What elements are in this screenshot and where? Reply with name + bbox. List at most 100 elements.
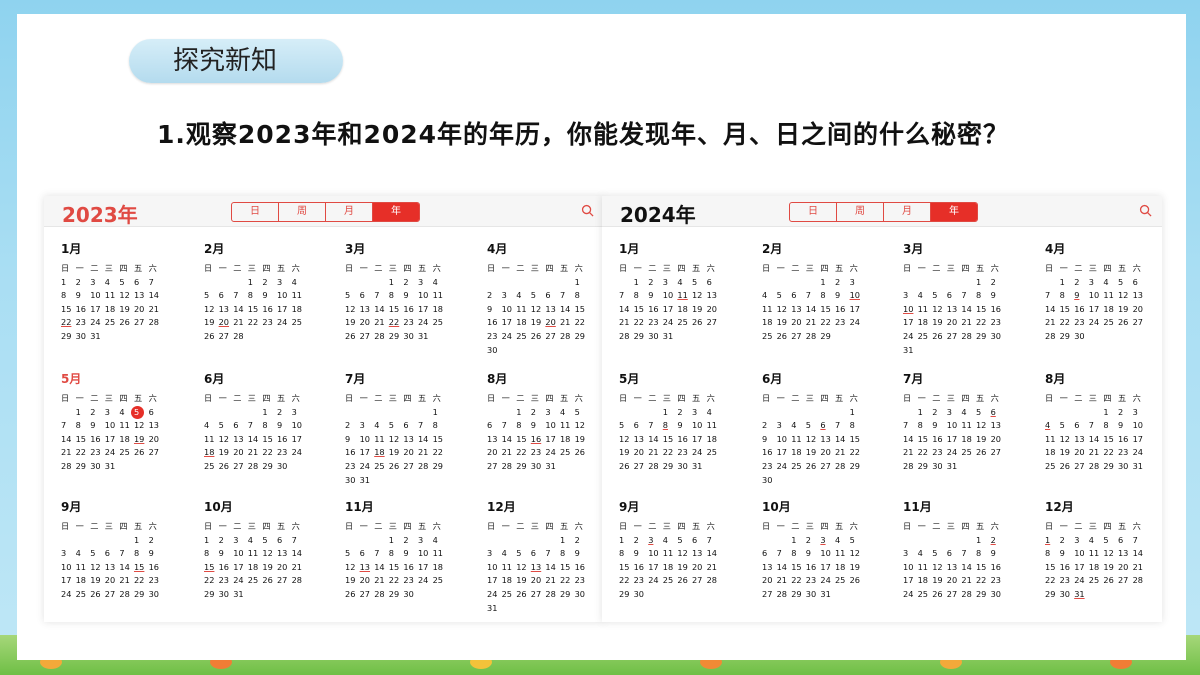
day-cell[interactable]: 21 — [835, 446, 850, 460]
day-cell[interactable]: 1 — [619, 534, 634, 548]
day-cell[interactable]: 27 — [1074, 460, 1089, 474]
day-cell[interactable]: 11 — [248, 547, 263, 561]
day-cell[interactable]: 6 — [149, 406, 164, 420]
day-cell[interactable]: 26 — [219, 460, 234, 474]
day-cell[interactable]: 6 — [692, 534, 707, 548]
day-cell[interactable]: 27 — [707, 316, 722, 330]
day-cell[interactable]: 2 — [634, 534, 649, 548]
day-cell[interactable]: 5 — [262, 534, 277, 548]
day-cell[interactable]: 1 — [76, 406, 91, 420]
day-cell[interactable]: 16 — [1060, 561, 1075, 575]
day-cell[interactable]: 9 — [677, 419, 692, 433]
day-cell[interactable]: 12 — [619, 433, 634, 447]
day-cell[interactable]: 25 — [918, 588, 933, 602]
day-cell[interactable]: 8 — [433, 419, 448, 433]
day-cell[interactable]: 20 — [545, 316, 560, 330]
day-cell[interactable]: 1 — [204, 534, 219, 548]
day-cell[interactable]: 2 — [991, 276, 1006, 290]
day-cell[interactable]: 1 — [433, 406, 448, 420]
day-cell[interactable]: 2 — [835, 276, 850, 290]
day-cell[interactable]: 21 — [707, 561, 722, 575]
day-cell[interactable]: 12 — [777, 303, 792, 317]
day-cell[interactable]: 17 — [903, 574, 918, 588]
day-cell[interactable]: 11 — [762, 303, 777, 317]
day-cell[interactable]: 11 — [105, 289, 120, 303]
day-cell[interactable]: 11 — [119, 419, 134, 433]
day-cell[interactable]: 2 — [648, 276, 663, 290]
day-cell[interactable]: 2 — [403, 534, 418, 548]
day-cell[interactable]: 16 — [991, 561, 1006, 575]
day-cell[interactable]: 31 — [1074, 588, 1089, 602]
day-cell[interactable]: 6 — [1118, 534, 1133, 548]
day-cell[interactable]: 2 — [76, 276, 91, 290]
day-cell[interactable]: 13 — [545, 303, 560, 317]
day-cell[interactable]: 28 — [806, 330, 821, 344]
day-cell[interactable]: 6 — [947, 547, 962, 561]
day-cell[interactable]: 8 — [575, 289, 590, 303]
tab-year[interactable]: 年 — [373, 203, 419, 221]
day-cell[interactable]: 26 — [204, 330, 219, 344]
day-cell[interactable]: 7 — [149, 276, 164, 290]
day-cell[interactable]: 2 — [1118, 406, 1133, 420]
day-cell[interactable]: 16 — [531, 433, 546, 447]
day-cell[interactable]: 30 — [932, 460, 947, 474]
day-cell[interactable]: 29 — [1045, 588, 1060, 602]
day-cell[interactable]: 30 — [575, 588, 590, 602]
day-cell[interactable]: 20 — [791, 316, 806, 330]
day-cell[interactable]: 29 — [850, 460, 865, 474]
day-cell[interactable]: 14 — [806, 303, 821, 317]
day-cell[interactable]: 5 — [204, 289, 219, 303]
day-cell[interactable]: 11 — [791, 433, 806, 447]
day-cell[interactable]: 18 — [835, 561, 850, 575]
day-cell[interactable]: 1 — [791, 534, 806, 548]
day-cell[interactable]: 4 — [1045, 419, 1060, 433]
day-cell[interactable]: 30 — [991, 330, 1006, 344]
day-cell[interactable]: 16 — [835, 303, 850, 317]
day-cell[interactable]: 27 — [820, 460, 835, 474]
day-cell[interactable]: 8 — [1060, 289, 1075, 303]
day-cell[interactable]: 8 — [134, 547, 149, 561]
day-cell[interactable]: 3 — [820, 534, 835, 548]
day-cell[interactable]: 20 — [692, 561, 707, 575]
day-cell[interactable]: 7 — [903, 419, 918, 433]
day-cell[interactable]: 10 — [648, 547, 663, 561]
day-cell[interactable]: 2 — [149, 534, 164, 548]
day-cell[interactable]: 21 — [248, 446, 263, 460]
day-cell[interactable]: 6 — [403, 419, 418, 433]
day-cell[interactable]: 13 — [991, 419, 1006, 433]
day-cell[interactable]: 27 — [1133, 316, 1148, 330]
day-cell[interactable]: 15 — [433, 433, 448, 447]
day-cell[interactable]: 7 — [418, 419, 433, 433]
day-cell[interactable]: 11 — [1103, 289, 1118, 303]
day-cell[interactable]: 23 — [1118, 446, 1133, 460]
day-cell[interactable]: 18 — [516, 316, 531, 330]
day-cell[interactable]: 17 — [1074, 561, 1089, 575]
day-cell[interactable]: 28 — [119, 588, 134, 602]
day-cell[interactable]: 20 — [707, 303, 722, 317]
day-cell[interactable]: 15 — [820, 303, 835, 317]
day-cell[interactable]: 3 — [1089, 276, 1104, 290]
day-cell[interactable]: 25 — [835, 574, 850, 588]
day-cell[interactable]: 2 — [677, 406, 692, 420]
day-cell[interactable]: 8 — [634, 289, 649, 303]
day-cell[interactable]: 3 — [648, 534, 663, 548]
day-cell[interactable]: 18 — [762, 316, 777, 330]
day-cell[interactable]: 25 — [292, 316, 307, 330]
day-cell[interactable]: 7 — [560, 289, 575, 303]
day-cell[interactable]: 5 — [1060, 419, 1075, 433]
day-cell[interactable]: 20 — [403, 446, 418, 460]
day-cell[interactable]: 22 — [976, 574, 991, 588]
day-cell[interactable]: 23 — [575, 574, 590, 588]
day-cell[interactable]: 5 — [1103, 534, 1118, 548]
day-cell[interactable]: 1 — [575, 276, 590, 290]
day-cell[interactable]: 11 — [433, 547, 448, 561]
day-cell[interactable]: 21 — [903, 446, 918, 460]
day-cell[interactable]: 21 — [119, 574, 134, 588]
day-cell[interactable]: 27 — [947, 588, 962, 602]
day-cell[interactable]: 27 — [634, 460, 649, 474]
day-cell[interactable]: 18 — [105, 303, 120, 317]
day-cell[interactable]: 30 — [806, 588, 821, 602]
day-cell[interactable]: 18 — [204, 446, 219, 460]
day-cell[interactable]: 7 — [61, 419, 76, 433]
day-cell[interactable]: 10 — [360, 433, 375, 447]
